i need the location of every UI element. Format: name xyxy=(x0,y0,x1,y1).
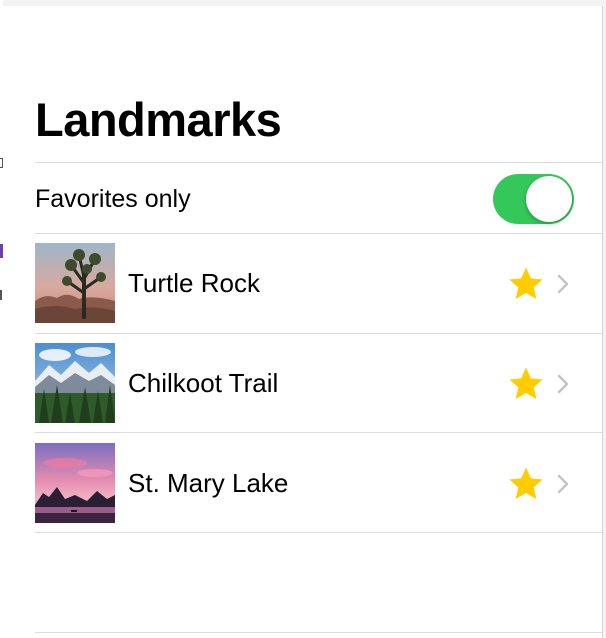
star-icon xyxy=(509,267,543,299)
background-fragment xyxy=(0,290,2,300)
landmark-name: Turtle Rock xyxy=(128,268,260,298)
chevron-right-icon xyxy=(557,274,569,294)
landmark-name: Chilkoot Trail xyxy=(128,368,279,398)
favorites-only-switch[interactable] xyxy=(493,174,574,224)
star-icon xyxy=(509,467,543,499)
landmarks-panel: Landmarks Favorites only Turtle Rock Chi… xyxy=(3,6,603,638)
chevron-right-icon xyxy=(557,374,569,394)
separator xyxy=(35,632,602,633)
landmark-name: St. Mary Lake xyxy=(128,468,289,498)
landmark-row-chilkoot-trail[interactable]: Chilkoot Trail xyxy=(3,334,602,434)
star-icon xyxy=(509,367,543,399)
landmark-thumbnail xyxy=(35,343,115,423)
chevron-right-icon xyxy=(557,474,569,494)
separator xyxy=(35,432,602,433)
landmark-row-turtle-rock[interactable]: Turtle Rock xyxy=(3,234,602,334)
separator xyxy=(35,162,602,163)
landmark-thumbnail xyxy=(35,443,115,523)
favorites-toggle-label: Favorites only xyxy=(35,185,191,213)
landmark-thumbnail xyxy=(35,243,115,323)
page-title: Landmarks xyxy=(35,93,282,146)
landmark-row-st-mary-lake[interactable]: St. Mary Lake xyxy=(3,434,602,534)
favorites-toggle-row: Favorites only xyxy=(3,164,602,234)
switch-knob xyxy=(526,176,572,222)
separator xyxy=(35,532,602,533)
